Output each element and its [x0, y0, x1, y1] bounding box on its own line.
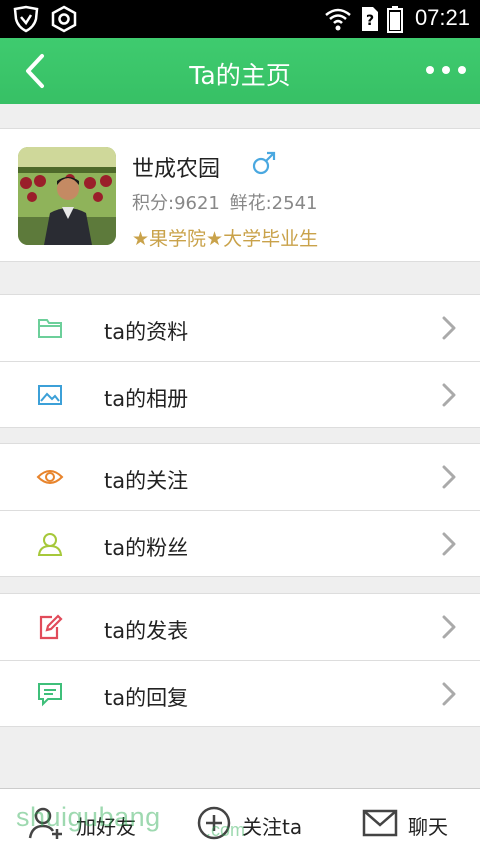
menu-group-2: ta的关注 ta的粉丝	[0, 443, 480, 577]
chat-button[interactable]: 聊天	[362, 789, 462, 854]
flowers-label: 鲜花:2541	[229, 193, 318, 214]
profile-tags: ★果学院★大学毕业生	[132, 228, 319, 250]
avatar[interactable]	[18, 147, 116, 245]
points-label: 积分:9621	[132, 193, 220, 214]
chat-label: 聊天	[408, 815, 448, 839]
follow-label: 关注ta	[242, 815, 303, 839]
chevron-right-icon	[442, 316, 456, 340]
status-time: 07:21	[414, 5, 470, 30]
menu-item-replies[interactable]: ta的回复	[0, 660, 480, 726]
hexagon-icon	[51, 5, 77, 33]
wifi-icon	[325, 8, 351, 31]
eye-icon	[36, 470, 64, 484]
menu-item-label: ta的资料	[104, 320, 189, 344]
folder-icon	[38, 319, 62, 338]
profile-stats: 积分:9621 鲜花:2541	[132, 189, 321, 215]
menu-item-profile[interactable]: ta的资料	[0, 295, 480, 361]
chevron-right-icon	[442, 615, 456, 639]
menu-item-label: ta的粉丝	[104, 536, 189, 560]
menu-item-fans[interactable]: ta的粉丝	[0, 510, 480, 576]
edit-icon	[39, 614, 63, 640]
watermark-domain: .com	[206, 820, 246, 840]
chevron-right-icon	[442, 383, 456, 407]
male-icon	[252, 151, 276, 175]
watermark: shuigubang	[16, 802, 161, 832]
menu-group-1: ta的资料 ta的相册	[0, 294, 480, 428]
shield-icon	[13, 5, 39, 33]
menu-item-following[interactable]: ta的关注	[0, 444, 480, 510]
menu-item-label: ta的发表	[104, 619, 189, 643]
comment-icon	[38, 683, 62, 707]
menu-item-posts[interactable]: ta的发表	[0, 594, 480, 660]
photo-icon	[38, 385, 62, 405]
no-sim-icon: ?	[362, 7, 378, 31]
app-bar: Ta的主页	[0, 38, 480, 104]
battery-icon	[387, 6, 403, 33]
chevron-right-icon	[442, 532, 456, 556]
status-bar: ? 07:21	[0, 0, 480, 38]
person-icon	[37, 533, 63, 556]
menu-item-label: ta的关注	[104, 469, 189, 493]
menu-group-3: ta的发表 ta的回复	[0, 593, 480, 727]
avatar-photo	[18, 147, 116, 245]
profile-card[interactable]: 世成农园 积分:9621 鲜花:2541 ★果学院★大学毕业生	[0, 128, 480, 262]
menu-item-label: ta的相册	[104, 387, 189, 411]
more-icon[interactable]	[424, 58, 468, 82]
profile-name: 世成农园	[132, 157, 221, 182]
mail-icon	[362, 809, 398, 837]
svg-text:?: ?	[366, 13, 374, 29]
menu-item-album[interactable]: ta的相册	[0, 361, 480, 427]
page-title: Ta的主页	[189, 61, 291, 90]
chevron-right-icon	[442, 682, 456, 706]
menu-item-label: ta的回复	[104, 686, 189, 710]
chevron-right-icon	[442, 465, 456, 489]
